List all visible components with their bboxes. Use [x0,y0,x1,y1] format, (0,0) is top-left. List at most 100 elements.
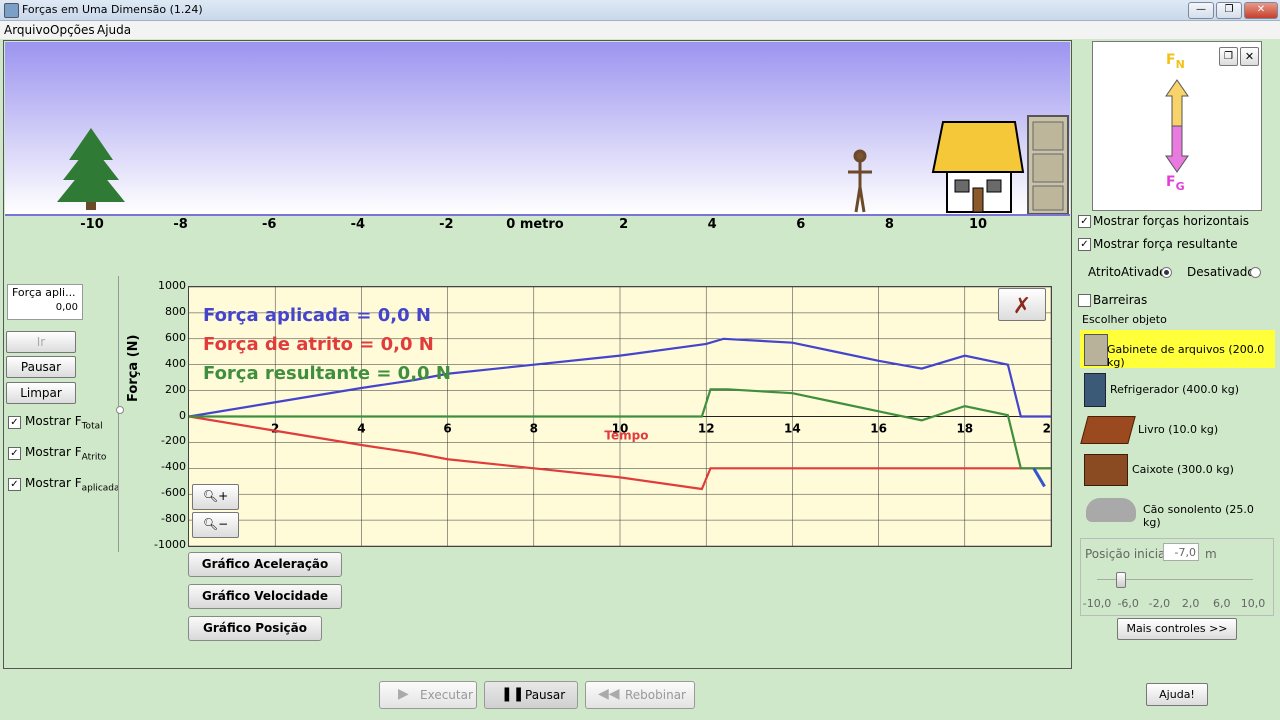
show-applied-label: Mostrar Faplicada [25,476,120,494]
initial-position-slider-thumb[interactable] [1116,572,1127,588]
y-tick-label: 200 [165,382,186,396]
help-button[interactable]: Ajuda! [1146,683,1208,706]
x-tick-label: 6 [443,422,451,436]
run-button[interactable]: ▶ Executar [379,681,477,709]
ruler-tick: 10 [968,217,988,232]
svg-text:✗: ✗ [1013,294,1031,319]
ruler-tick: -10 [80,217,104,232]
friction-off-label: Desativado [1187,265,1255,279]
file-cabinet-icon[interactable] [1027,115,1069,214]
object-book[interactable]: Livro (10.0 kg) [1080,410,1275,448]
minimize-button[interactable]: — [1188,2,1214,19]
splitter[interactable] [118,276,119,552]
menu-arquivo[interactable]: Arquivo [4,23,50,37]
y-tick-label: -1000 [154,538,186,551]
normal-force-arrow [1165,79,1189,127]
x-tick-label: 20 [1043,422,1051,436]
normal-force-label: FN [1166,52,1185,71]
pause-icon: ❚❚ [501,686,525,702]
y-tick-label: 1000 [158,279,186,292]
show-total-checkbox[interactable]: ✓ [8,416,21,429]
zoom-in-icon: 🔍︎+ [202,489,229,503]
friction-on-radio[interactable] [1161,267,1172,278]
object-refrigerator[interactable]: Refrigerador (400.0 kg) [1080,370,1275,408]
net-force-readout: Força resultante = 0,0 N [203,363,451,384]
book-icon [1080,416,1136,444]
menu-ajuda[interactable]: Ajuda [97,23,131,37]
y-tick-label: -400 [161,460,186,474]
applied-force-readout: Força aplicada = 0,0 N [203,305,431,326]
time-cursor[interactable] [1032,467,1046,488]
show-horizontal-forces-label: Mostrar forças horizontais [1093,214,1250,228]
velocity-graph-button[interactable]: Gráfico Velocidade [188,584,342,609]
refrigerator-icon [1084,373,1106,407]
y-tick-label: -800 [161,512,186,526]
object-file-cabinet[interactable]: Gabinete de arquivos (200.0 kg) [1080,330,1275,369]
applied-force-label: Força apli... [12,286,76,299]
show-friction-label: Mostrar FAtrito [25,445,107,463]
show-friction-checkbox[interactable]: ✓ [8,447,21,460]
window-title: Forças em Uma Dimensão (1.24) [22,3,203,16]
x-tick-label: 12 [698,422,715,436]
play-area [5,42,1070,216]
splitter-handle[interactable] [116,406,124,414]
ruler-tick: 0 metro [506,217,564,232]
show-horizontal-forces-checkbox[interactable]: ✓ [1078,215,1091,228]
pause-button[interactable]: ❚❚ Pausar [484,681,578,709]
stick-figure-icon[interactable] [848,149,872,213]
tree-icon [57,128,125,210]
y-tick-label: 600 [165,330,186,344]
y-tick-label: 800 [165,304,186,318]
ruler-tick: -2 [439,217,454,232]
gravity-force-label: FG [1166,174,1185,193]
close-chart-button[interactable]: ✗ [998,288,1046,321]
friction-on-label: Ativado [1121,265,1167,279]
initial-position-label: Posição inicial [1085,547,1169,561]
free-body-diagram: ❐ ✕ FN FG [1092,41,1262,211]
gravity-force-arrow [1165,125,1189,173]
object-sleepy-dog[interactable]: Cão sonolento (25.0 kg) [1080,490,1275,529]
zoom-out-icon: 🔍︎− [202,517,229,531]
force-chart: 2468101214161820Tempo Força aplicada = 0… [188,286,1052,547]
x-tick-label: 14 [784,422,801,436]
zoom-in-button[interactable]: 🔍︎+ [192,484,239,510]
ruler-tick: 6 [796,217,806,232]
ruler-tick: -8 [173,217,188,232]
title-bar: Forças em Uma Dimensão (1.24) — ❐ ✕ [0,0,1280,21]
y-tick-label: -200 [161,434,186,448]
position-graph-button[interactable]: Gráfico Posição [188,616,322,641]
zoom-out-button[interactable]: 🔍︎− [192,512,239,538]
friction-label: Atrito [1088,265,1122,279]
applied-force-field[interactable]: Força apli... 0,00 [7,284,83,320]
x-axis-label: Tempo [604,429,648,443]
ruler-tick: -4 [350,217,366,232]
rewind-button[interactable]: ◀◀ Rebobinar [585,681,695,709]
show-total-label: Mostrar FTotal [25,414,103,432]
initial-position-input[interactable]: -7,0 [1163,543,1199,561]
barriers-checkbox[interactable] [1078,294,1091,307]
object-crate[interactable]: Caixote (300.0 kg) [1080,450,1275,488]
friction-off-radio[interactable] [1250,267,1261,278]
x-tick-label: 18 [956,422,973,436]
ruler-tick: 8 [884,217,894,232]
y-axis-label: Força (N) [126,334,141,402]
show-net-force-checkbox[interactable]: ✓ [1078,238,1091,251]
slider-tick-label: 10,0 [1240,597,1266,610]
applied-force-value[interactable]: 0,00 [56,302,78,313]
maximize-button[interactable]: ❐ [1216,2,1242,19]
show-applied-checkbox[interactable]: ✓ [8,478,21,491]
ruler-tick: -6 [261,217,277,232]
file-cabinet-thumb-icon [1084,334,1108,366]
house-icon [931,121,1025,213]
go-button[interactable]: Ir [6,331,76,353]
close-window-button[interactable]: ✕ [1244,2,1278,19]
dog-icon [1086,498,1136,522]
show-net-force-label: Mostrar força resultante [1093,237,1238,251]
pause-left-button[interactable]: Pausar [6,356,76,378]
barriers-label: Barreiras [1093,293,1148,307]
accel-graph-button[interactable]: Gráfico Aceleração [188,552,342,577]
menu-opcoes[interactable]: Opções [50,23,95,37]
app-icon [4,3,19,18]
clear-button[interactable]: Limpar [6,382,76,404]
more-controls-button[interactable]: Mais controles >> [1117,618,1237,640]
